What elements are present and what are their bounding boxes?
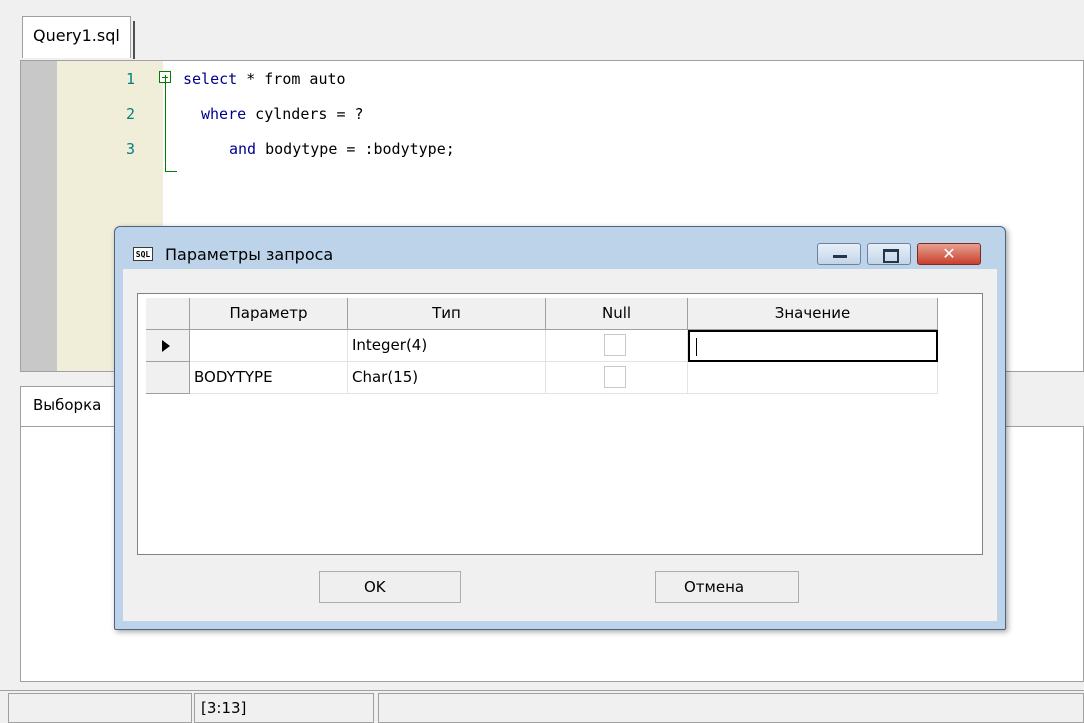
cancel-button[interactable]: Отмена (655, 571, 799, 603)
code-line-3[interactable]: and bodytype = :bodytype; (229, 136, 455, 162)
cursor-position: [3:13] (194, 693, 374, 723)
grid-corner (146, 298, 190, 330)
minimize-button[interactable] (817, 243, 861, 265)
column-header-value[interactable]: Значение (688, 298, 938, 330)
cell-parameter[interactable]: BODYTYPE (190, 362, 348, 394)
editor-margin (21, 61, 57, 371)
ok-button[interactable]: OK (319, 571, 461, 603)
column-header-type[interactable]: Тип (348, 298, 546, 330)
code-text: * from auto (237, 70, 346, 88)
code-text: cylnders = ? (246, 105, 364, 123)
null-checkbox[interactable] (604, 334, 626, 356)
fold-guide-end (165, 171, 177, 172)
maximize-button[interactable] (867, 243, 911, 265)
cell-type[interactable]: Integer(4) (348, 330, 546, 362)
keyword: select (183, 70, 238, 88)
current-row-arrow-icon (162, 340, 170, 352)
cell-null[interactable] (546, 362, 688, 394)
status-cell-info (378, 693, 1084, 723)
null-checkbox[interactable] (604, 366, 626, 388)
maximize-icon (868, 244, 910, 264)
cell-value[interactable] (688, 362, 938, 394)
column-header-parameter[interactable]: Параметр (190, 298, 348, 330)
line-number-1: 1 (125, 70, 135, 88)
close-button[interactable]: ✕ (917, 243, 981, 265)
tab-query1-sql[interactable]: Query1.sql (22, 16, 135, 59)
close-icon: ✕ (942, 244, 956, 263)
tab-label: Выборка (33, 396, 102, 414)
fold-guide (165, 75, 166, 171)
tab-label: Query1.sql (33, 26, 120, 45)
query-parameters-dialog: SQL Параметры запроса ✕ Параметр Тип Nul… (114, 226, 1006, 630)
line-number-2: 2 (125, 105, 135, 123)
dialog-client: Параметр Тип Null Значение Integer(4) BO… (123, 269, 997, 621)
status-cell-empty (8, 693, 192, 723)
cell-type[interactable]: Char(15) (348, 362, 546, 394)
keyword: and (229, 140, 257, 158)
cell-value-editor[interactable] (688, 330, 938, 362)
row-indicator[interactable] (146, 362, 190, 394)
keyword: where (201, 105, 247, 123)
text-caret (696, 338, 697, 356)
line-number-3: 3 (125, 140, 135, 158)
parameters-grid[interactable]: Параметр Тип Null Значение Integer(4) BO… (137, 293, 983, 555)
dialog-titlebar[interactable]: SQL Параметры запроса ✕ (115, 227, 1005, 265)
cell-null[interactable] (546, 330, 688, 362)
code-text: bodytype = :bodytype; (256, 140, 455, 158)
document-tabstrip: Query1.sql (0, 0, 1084, 60)
code-line-1[interactable]: select * from auto (183, 66, 346, 92)
column-header-null[interactable]: Null (546, 298, 688, 330)
dialog-title: Параметры запроса (165, 245, 334, 264)
minimize-icon (818, 244, 860, 264)
statusbar: [3:13] (0, 690, 1084, 723)
row-indicator[interactable] (146, 330, 190, 362)
sql-icon: SQL (133, 247, 153, 261)
cell-parameter[interactable] (190, 330, 348, 362)
code-line-2[interactable]: where cylnders = ? (201, 101, 364, 127)
